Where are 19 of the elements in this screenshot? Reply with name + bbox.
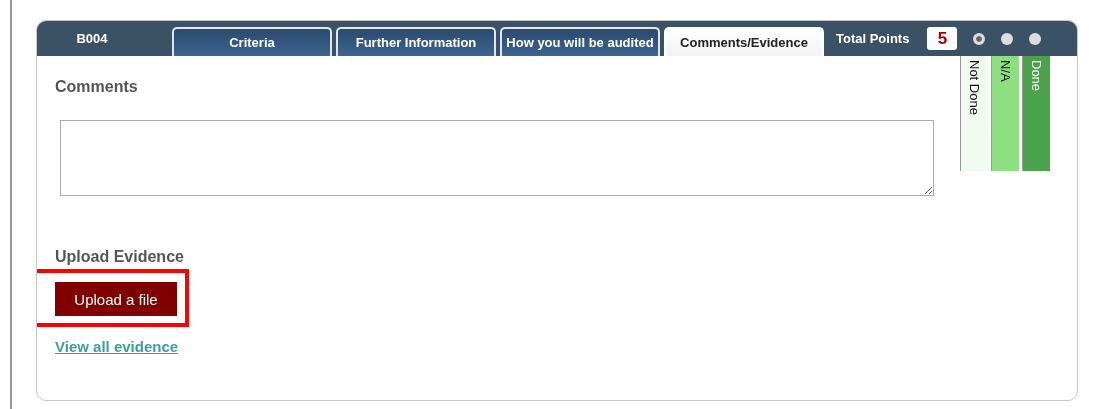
status-label: Not Done xyxy=(967,60,982,115)
status-label: N/A xyxy=(998,60,1013,82)
upload-button[interactable]: Upload a file xyxy=(55,282,177,316)
tab[interactable]: Further Information xyxy=(336,27,496,56)
comments-title: Comments xyxy=(55,78,139,96)
radio-button[interactable] xyxy=(1001,32,1014,45)
radio-button[interactable] xyxy=(973,32,986,45)
upload-evidence-title: Upload Evidence xyxy=(55,248,185,266)
tab[interactable]: Comments/Evidence xyxy=(664,27,824,56)
comments-field[interactable] xyxy=(60,120,934,196)
item-code: B004 xyxy=(75,31,109,46)
status-column[interactable]: N/A xyxy=(991,56,1019,171)
total-points-value: 5 xyxy=(927,27,958,50)
status-column[interactable]: Not Done xyxy=(960,56,988,171)
radio-button[interactable] xyxy=(1029,32,1042,45)
tab[interactable]: Criteria xyxy=(172,27,332,56)
status-label: Done xyxy=(1029,60,1044,92)
tab[interactable]: How you will be audited xyxy=(500,27,660,56)
total-points-label: Total Points xyxy=(836,31,910,46)
